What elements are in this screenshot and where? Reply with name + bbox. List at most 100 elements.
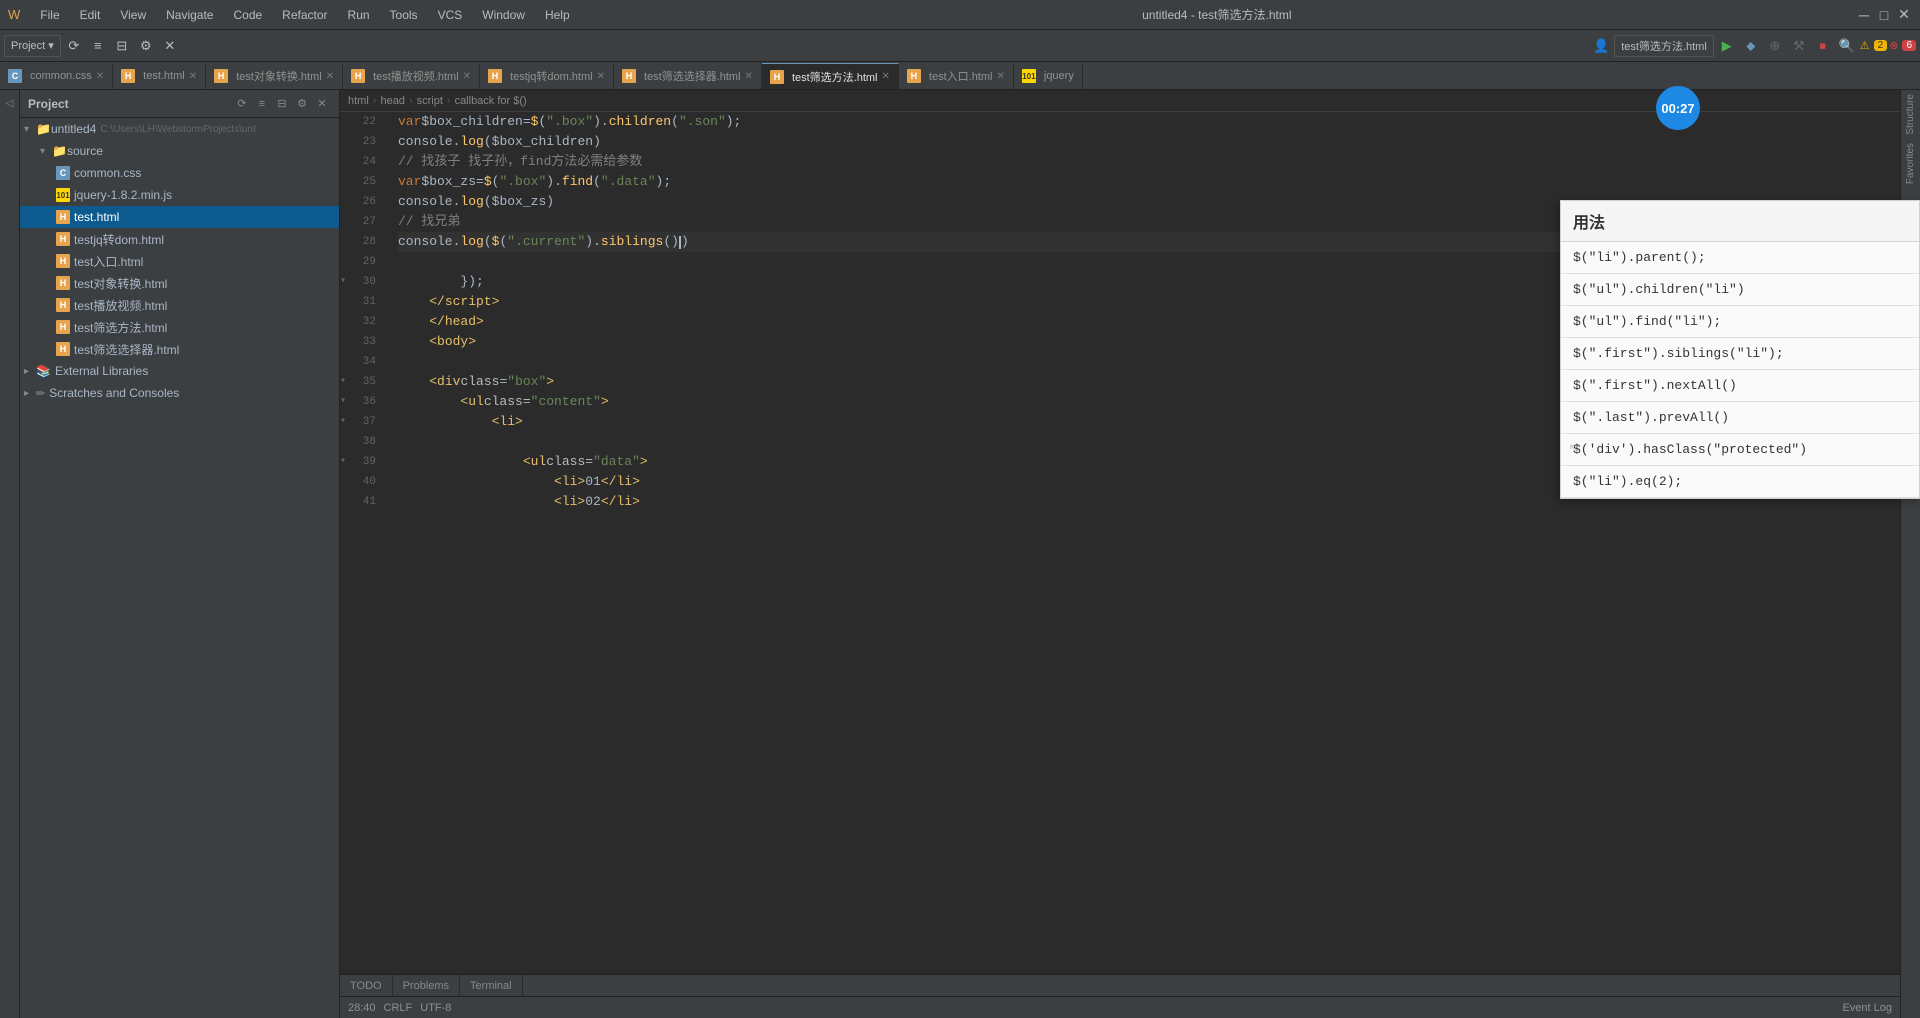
minimize-button[interactable]: ─ — [1856, 7, 1872, 23]
menu-run[interactable]: Run — [340, 6, 378, 24]
html-file-icon: H — [121, 69, 135, 83]
panel-action-2[interactable]: ≡ — [253, 95, 271, 113]
main-toolbar: Project ▾ ⟳ ≡ ⊟ ⚙ ✕ 👤 test筛选方法.html ▶ ⬥ … — [0, 30, 1920, 62]
breadcrumb-callback[interactable]: callback for $() — [455, 95, 527, 107]
status-crlf[interactable]: CRLF — [384, 1002, 413, 1014]
tree-item-test-html[interactable]: H test.html — [20, 206, 339, 228]
tab-close-video[interactable]: ✕ — [463, 71, 471, 82]
tree-arrow-source: ▾ — [40, 146, 52, 157]
stop-button[interactable]: ⏹ — [1812, 35, 1834, 57]
js-icon-tree: 101 — [56, 188, 70, 202]
tree-item-project[interactable]: ▾ 📁 untitled4 C:\Users\LH\WebstormProjec… — [20, 118, 339, 140]
usage-item-5[interactable]: $(".last").prevAll() — [1561, 402, 1919, 434]
coverage-button[interactable]: ⊕ — [1764, 35, 1786, 57]
usage-item-1[interactable]: $("ul").children("li") — [1561, 274, 1919, 306]
tab-close-object[interactable]: ✕ — [326, 71, 334, 82]
menu-view[interactable]: View — [112, 6, 154, 24]
usage-item-3[interactable]: $(".first").siblings("li"); — [1561, 338, 1919, 370]
usage-item-7[interactable]: $("li").eq(2); — [1561, 466, 1919, 498]
menu-navigate[interactable]: Navigate — [158, 6, 221, 24]
build-button[interactable]: ⚒ — [1788, 35, 1810, 57]
usage-item-4[interactable]: $(".first").nextAll() — [1561, 370, 1919, 402]
tree-item-jqdom[interactable]: H testjq转dom.html — [20, 228, 339, 250]
tree-item-jquery-js[interactable]: 101 jquery-1.8.2.min.js — [20, 184, 339, 206]
tab-close-jq-dom[interactable]: ✕ — [597, 71, 605, 82]
tab-problems[interactable]: Problems — [393, 975, 460, 997]
tab-terminal[interactable]: Terminal — [460, 975, 523, 997]
tab-filter-method[interactable]: H test筛选方法.html ✕ — [762, 63, 899, 89]
status-position: 28:40 — [348, 1002, 376, 1014]
tree-item-filter-selector[interactable]: H test筛选选择器.html — [20, 338, 339, 360]
panel-action-4[interactable]: ⚙ — [293, 95, 311, 113]
structure-label[interactable]: Structure — [1903, 90, 1918, 139]
panel-close-btn[interactable]: ✕ — [313, 95, 331, 113]
tab-close-entry[interactable]: ✕ — [996, 71, 1004, 82]
toolbar-collapse-btn[interactable]: ⊟ — [111, 35, 133, 57]
debug-button[interactable]: ⬥ — [1740, 35, 1762, 57]
status-bar: 28:40 CRLF UTF-8 Event Log — [340, 996, 1900, 1018]
tree-item-video[interactable]: H test播放视频.html — [20, 294, 339, 316]
editor-tabs: C common.css ✕ H test.html ✕ H test对象转换.… — [0, 62, 1920, 90]
breadcrumb-html[interactable]: html — [348, 95, 369, 107]
tab-close-test-html[interactable]: ✕ — [189, 71, 197, 82]
file-filter-method: test筛选方法.html — [74, 319, 167, 336]
timer-circle[interactable]: 00:27 — [1656, 86, 1700, 130]
css-icon-tree: C — [56, 166, 70, 180]
search-button[interactable]: 🔍 — [1836, 35, 1858, 57]
js-file-icon: 101 — [1022, 69, 1036, 83]
menu-code[interactable]: Code — [225, 6, 270, 24]
sidebar-toggle-btn[interactable]: ◁ — [1, 94, 19, 112]
close-button[interactable]: ✕ — [1896, 7, 1912, 23]
panel-action-3[interactable]: ⊟ — [273, 95, 291, 113]
event-log-link[interactable]: Event Log — [1842, 1002, 1892, 1014]
tab-video[interactable]: H test播放视频.html ✕ — [343, 63, 480, 89]
tree-item-scratches[interactable]: ▸ ✏ Scratches and Consoles — [20, 382, 339, 404]
toolbar-settings-btn[interactable]: ⚙ — [135, 35, 157, 57]
user-icon[interactable]: 👤 — [1590, 35, 1612, 57]
tab-common-css[interactable]: C common.css ✕ — [0, 63, 113, 89]
menu-help[interactable]: Help — [537, 6, 578, 24]
run-button[interactable]: ▶ — [1716, 35, 1738, 57]
breadcrumb-script[interactable]: script — [417, 95, 443, 107]
tab-close-filter-method[interactable]: ✕ — [882, 71, 890, 82]
usage-item-6[interactable]: $('div').hasClass("protected") — [1561, 434, 1919, 466]
tree-item-source[interactable]: ▾ 📁 source — [20, 140, 339, 162]
warnings-indicator[interactable]: ⚠ — [1860, 39, 1870, 52]
menu-file[interactable]: File — [32, 6, 67, 24]
tab-todo[interactable]: TODO — [340, 975, 393, 997]
tab-close-common-css[interactable]: ✕ — [96, 71, 104, 82]
panel-action-1[interactable]: ⟳ — [233, 95, 251, 113]
menu-refactor[interactable]: Refactor — [274, 6, 335, 24]
maximize-button[interactable]: □ — [1876, 7, 1892, 23]
menu-vcs[interactable]: VCS — [430, 6, 471, 24]
code-line-23: console.log($box_children) — [398, 132, 1892, 152]
breadcrumb-head[interactable]: head — [380, 95, 404, 107]
tree-item-object[interactable]: H test对象转换.html — [20, 272, 339, 294]
toolbar-sort-btn[interactable]: ≡ — [87, 35, 109, 57]
menu-edit[interactable]: Edit — [72, 6, 109, 24]
tab-jq-dom[interactable]: H testjq转dom.html ✕ — [480, 63, 614, 89]
tab-test-html[interactable]: H test.html ✕ — [113, 63, 206, 89]
tree-item-entry[interactable]: H test入口.html — [20, 250, 339, 272]
tab-object[interactable]: H test对象转换.html ✕ — [206, 63, 343, 89]
tree-item-external[interactable]: ▸ 📚 External Libraries — [20, 360, 339, 382]
html-icon-tree-3: H — [56, 254, 70, 268]
tree-arrow-external: ▸ — [24, 366, 36, 377]
toolbar-sync-btn[interactable]: ⟳ — [63, 35, 85, 57]
status-charset[interactable]: UTF-8 — [420, 1002, 451, 1014]
usage-item-0[interactable]: $("li").parent(); — [1561, 242, 1919, 274]
favorites-label[interactable]: Favorites — [1903, 139, 1918, 188]
tab-entry[interactable]: H test入口.html ✕ — [899, 63, 1014, 89]
toolbar-close-panel-btn[interactable]: ✕ — [159, 35, 181, 57]
tab-jquery[interactable]: 101 jquery — [1014, 63, 1083, 89]
tree-item-common-css[interactable]: C common.css — [20, 162, 339, 184]
errors-indicator[interactable]: ⊗ — [1889, 39, 1898, 52]
tab-close-filter-selector[interactable]: ✕ — [745, 71, 753, 82]
run-config-dropdown[interactable]: test筛选方法.html — [1614, 35, 1714, 57]
tree-item-filter-method[interactable]: H test筛选方法.html — [20, 316, 339, 338]
menu-tools[interactable]: Tools — [382, 6, 426, 24]
menu-window[interactable]: Window — [474, 6, 533, 24]
project-dropdown[interactable]: Project ▾ — [4, 35, 61, 57]
usage-item-2[interactable]: $("ul").find("li"); — [1561, 306, 1919, 338]
tab-filter-selector[interactable]: H test筛选选择器.html ✕ — [614, 63, 762, 89]
